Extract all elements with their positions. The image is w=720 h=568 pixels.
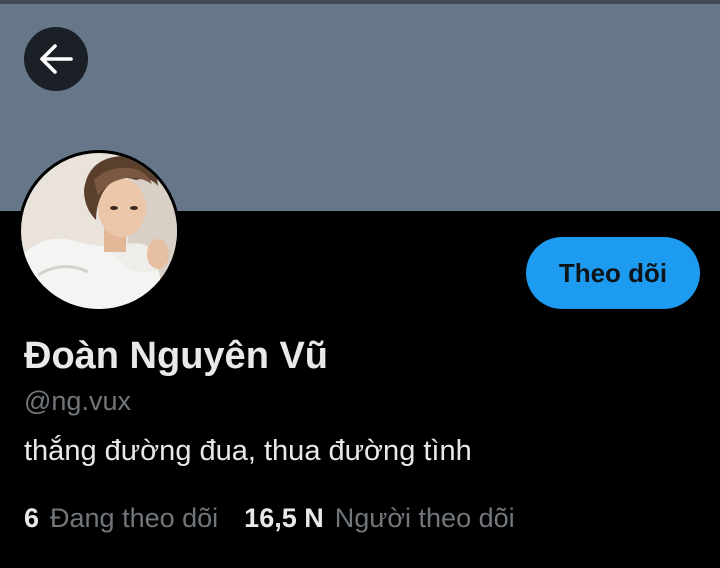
profile-stats: 6 Đang theo dõi 16,5 N Người theo dõi [24,501,515,535]
profile-page: Theo dõi Đoàn Nguyên Vũ @ng.vux thắng đư… [0,0,720,568]
follow-button-label: Theo dõi [558,257,668,288]
following-stat[interactable]: 6 Đang theo dõi [24,501,218,535]
following-count: 6 [24,503,40,533]
profile-photo [18,150,180,312]
followers-label: Người theo dõi [334,503,515,533]
following-label: Đang theo dõi [50,503,219,533]
profile-bio: thắng đường đua, thua đường tình [24,435,472,467]
user-handle: @ng.vux [24,386,131,416]
back-button[interactable] [24,27,88,91]
arrow-left-icon [39,44,73,74]
follow-button[interactable]: Theo dõi [526,237,700,309]
display-name: Đoàn Nguyên Vũ [24,335,329,377]
followers-count: 16,5 N [244,503,324,533]
avatar[interactable] [18,150,180,312]
followers-stat[interactable]: 16,5 N Người theo dõi [244,501,514,535]
